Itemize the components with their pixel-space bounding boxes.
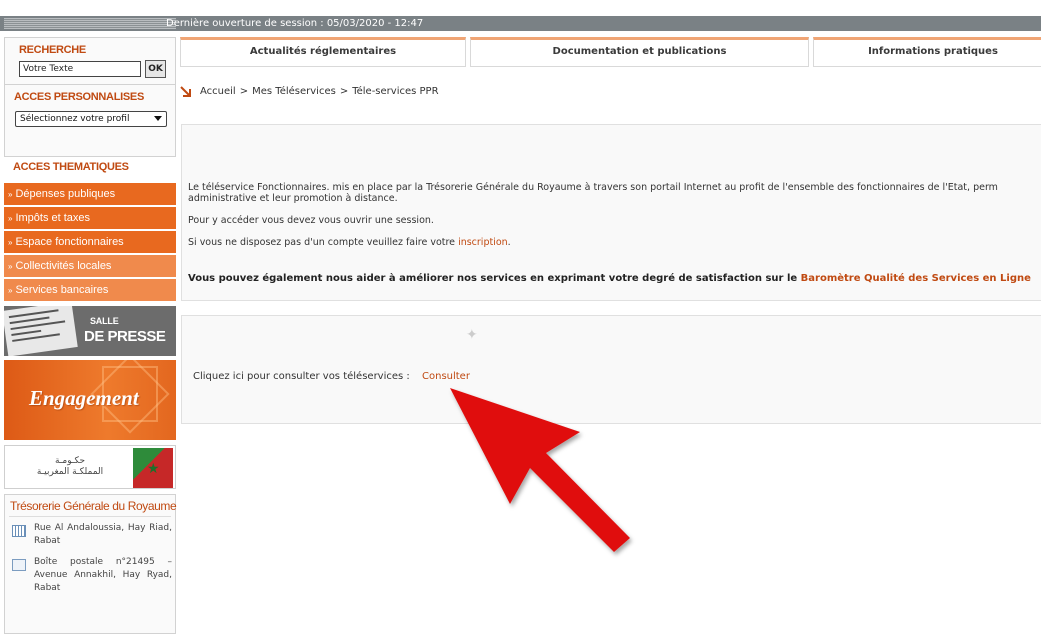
registration-text: Si vous ne disposez pas d'un compte veui… xyxy=(188,237,511,248)
profile-select[interactable]: Sélectionnez votre profil xyxy=(15,111,167,127)
theme-item-label: Services bancaires xyxy=(15,284,109,296)
breadcrumb-separator: > xyxy=(339,86,349,97)
theme-item-label: Collectivités locales xyxy=(15,260,112,272)
barometer-link[interactable]: Baromètre Qualité des Services en Ligne xyxy=(801,273,1031,284)
registration-prefix: Si vous ne disposez pas d'un compte veui… xyxy=(188,237,456,248)
po-box-text: Boîte postale n°21495 – Avenue Annakhil,… xyxy=(34,557,172,593)
tab-actualites[interactable]: Actualités réglementaires xyxy=(180,37,466,67)
contact-panel: Trésorerie Générale du Royaume Rue Al An… xyxy=(4,494,177,634)
press-room-banner[interactable]: SALLE DE PRESSE xyxy=(4,306,176,356)
breadcrumb: Accueil > Mes Téléservices > Téle-services P… xyxy=(200,86,439,97)
press-line1: SALLE xyxy=(90,316,119,326)
chevron-down-icon xyxy=(154,116,162,121)
breadcrumb-home[interactable]: Accueil xyxy=(200,86,236,97)
search-input[interactable]: Votre Texte xyxy=(19,61,141,77)
tab-informations[interactable]: Informations pratiques xyxy=(813,37,1041,67)
breadcrumb-separator: > xyxy=(239,86,249,97)
red-pointer-arrow xyxy=(450,388,630,552)
org-name: Trésorerie Générale du Royaume xyxy=(10,499,177,513)
chevron-right-icon: » xyxy=(8,286,13,295)
theme-item-label: Espace fonctionnaires xyxy=(15,236,124,248)
profile-select-value: Sélectionnez votre profil xyxy=(20,114,130,124)
theme-item-fonctionnaires[interactable]: » Espace fonctionnaires xyxy=(4,231,176,253)
government-arabic-text: حكـومـة المملكـة المغربيـة xyxy=(11,456,129,480)
last-session-text: Dernière ouverture de session : 05/03/20… xyxy=(166,18,424,29)
search-ok-button[interactable]: OK xyxy=(145,60,166,78)
gov-line1: حكـومـة xyxy=(54,456,86,466)
chevron-right-icon: » xyxy=(8,190,13,199)
chevron-right-icon: » xyxy=(8,238,13,247)
personalized-access-panel: ACCES PERSONNALISES Sélectionnez votre p… xyxy=(4,84,176,157)
puzzle-icon: ✦ xyxy=(466,327,478,343)
government-banner[interactable]: حكـومـة المملكـة المغربيـة ★ xyxy=(4,445,176,489)
intro-line1: Le téléservice Fonctionnaires. mis en pl… xyxy=(188,182,998,193)
gov-line2: المملكـة المغربيـة xyxy=(36,467,104,477)
address-text: Rue Al Andaloussia, Hay Riad, Rabat xyxy=(34,523,172,546)
search-panel: RECHERCHE Votre Texte OK xyxy=(4,37,176,85)
thematic-title: ACCES THEMATIQUES xyxy=(13,161,129,173)
breadcrumb-arrow-icon xyxy=(180,86,191,97)
consult-text: Cliquez ici pour consulter vos téléservi… xyxy=(193,371,410,382)
theme-item-bancaires[interactable]: » Services bancaires xyxy=(4,279,176,301)
building-icon xyxy=(12,525,26,537)
satisfaction-text: Vous pouvez également nous aider à améli… xyxy=(188,273,1031,284)
theme-item-depenses[interactable]: » Dépenses publiques xyxy=(4,183,176,205)
info-panel: Le téléservice Fonctionnaires. mis en pl… xyxy=(181,124,1041,301)
theme-item-label: Dépenses publiques xyxy=(15,188,116,200)
envelope-icon xyxy=(12,559,26,571)
theme-item-collectivites[interactable]: » Collectivités locales xyxy=(4,255,176,277)
personalized-title: ACCES PERSONNALISES xyxy=(14,91,144,103)
moroccan-flag-icon: ★ xyxy=(133,448,173,488)
intro-line2: administrative et leur promotion à dista… xyxy=(188,193,398,204)
breadcrumb-teleservices[interactable]: Mes Téléservices xyxy=(252,86,336,97)
decorative-stripes xyxy=(4,18,176,29)
session-bar: Dernière ouverture de session : 05/03/20… xyxy=(0,16,1041,31)
registration-link[interactable]: inscription xyxy=(458,237,508,248)
search-title: RECHERCHE xyxy=(19,44,86,56)
chevron-right-icon: » xyxy=(8,262,13,271)
registration-suffix: . xyxy=(507,237,511,248)
breadcrumb-current: Téle-services PPR xyxy=(352,86,439,97)
theme-item-label: Impôts et taxes xyxy=(15,212,91,224)
divider xyxy=(9,516,171,517)
chevron-right-icon: » xyxy=(8,214,13,223)
tab-documentation[interactable]: Documentation et publications xyxy=(470,37,809,67)
theme-item-impots[interactable]: » Impôts et taxes xyxy=(4,207,176,229)
press-line2: DE PRESSE xyxy=(84,328,166,345)
engagement-text: Engagement xyxy=(29,386,139,410)
login-instruction: Pour y accéder vous devez vous ouvrir un… xyxy=(188,215,434,226)
newspaper-image xyxy=(4,306,78,356)
engagement-banner[interactable]: Engagement xyxy=(4,360,176,440)
satisfaction-prefix: Vous pouvez également nous aider à améli… xyxy=(188,273,798,284)
